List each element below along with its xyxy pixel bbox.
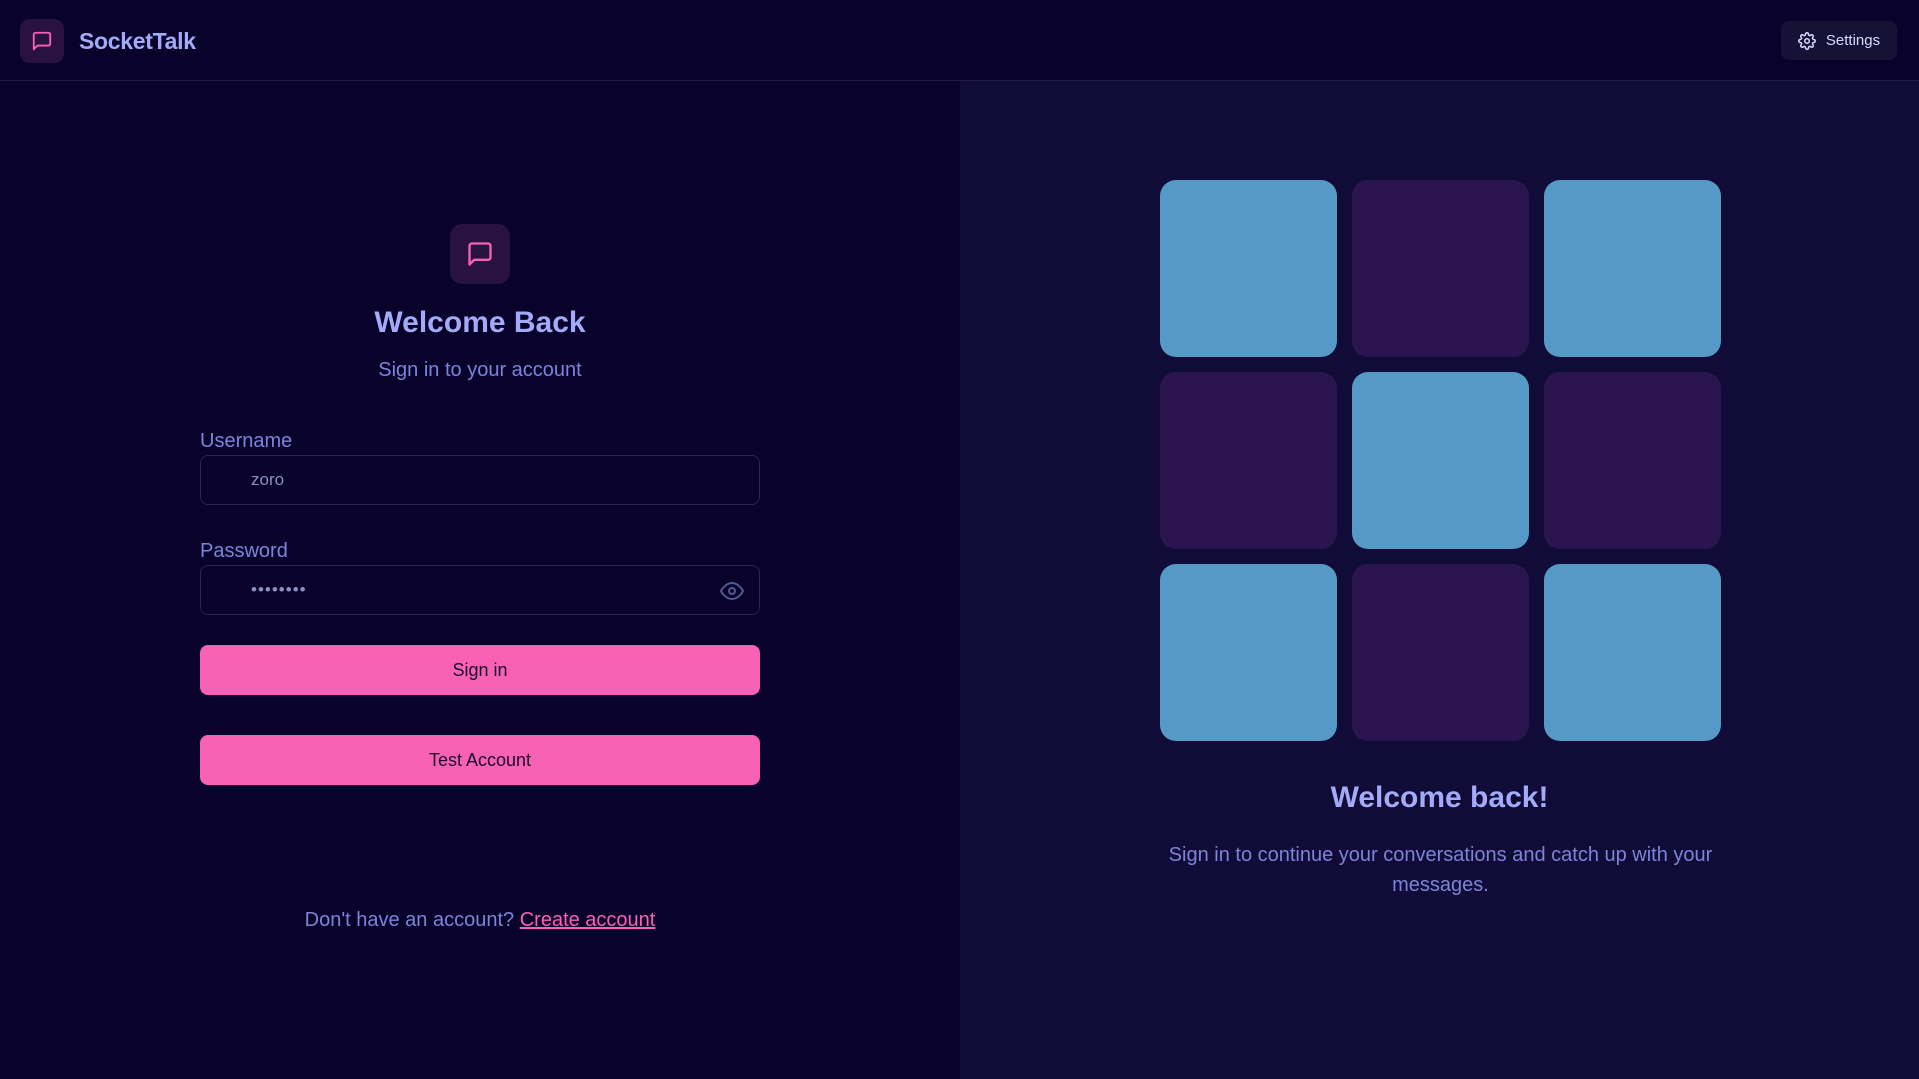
pattern-tile xyxy=(1544,564,1721,741)
pattern-tile xyxy=(1352,180,1529,357)
pattern-tile xyxy=(1160,564,1337,741)
pattern-tile xyxy=(1160,180,1337,357)
username-value: zoro xyxy=(251,470,285,489)
login-subtitle: Sign in to your account xyxy=(378,359,582,381)
promo-text: Sign in to continue your conversations a… xyxy=(1168,844,1713,896)
signup-prompt: Don't have an account? Create account xyxy=(0,909,960,932)
settings-label: Settings xyxy=(1825,32,1881,49)
pattern-tile xyxy=(1544,180,1721,357)
promo-panel: Welcome back! Sign in to continue your c… xyxy=(960,81,1919,1079)
eye-icon xyxy=(720,582,744,600)
pattern-tile xyxy=(1160,372,1337,549)
message-square-icon xyxy=(32,31,52,51)
settings-button[interactable]: Settings xyxy=(1781,21,1897,60)
form-logo xyxy=(450,224,510,284)
gear-icon xyxy=(1797,31,1816,50)
login-panel: Welcome Back Sign in to your account Use… xyxy=(0,81,960,1079)
promo-title: Welcome back! xyxy=(1330,781,1549,814)
pattern-tile xyxy=(1352,564,1529,741)
create-account-link[interactable]: Create account xyxy=(520,909,656,931)
password-label: Password xyxy=(200,540,288,562)
sign-in-button[interactable]: Sign in xyxy=(200,645,760,695)
pattern-tile xyxy=(1352,372,1529,549)
brand[interactable]: SocketTalk xyxy=(20,19,196,63)
pattern-tile xyxy=(1544,372,1721,549)
password-value: •••••••• xyxy=(251,580,307,599)
brand-name: SocketTalk xyxy=(79,27,196,54)
username-label: Username xyxy=(200,430,293,452)
password-input[interactable]: •••••••• xyxy=(200,565,760,615)
top-navbar: SocketTalk Settings xyxy=(0,0,1919,81)
test-account-button[interactable]: Test Account xyxy=(200,735,760,785)
pattern-grid xyxy=(1160,180,1721,741)
message-square-icon xyxy=(468,242,492,266)
toggle-password-visibility[interactable] xyxy=(719,578,745,604)
login-title: Welcome Back xyxy=(374,306,586,339)
brand-logo xyxy=(20,19,64,63)
username-input[interactable]: zoro xyxy=(200,455,760,505)
no-account-text: Don't have an account? xyxy=(304,909,515,931)
